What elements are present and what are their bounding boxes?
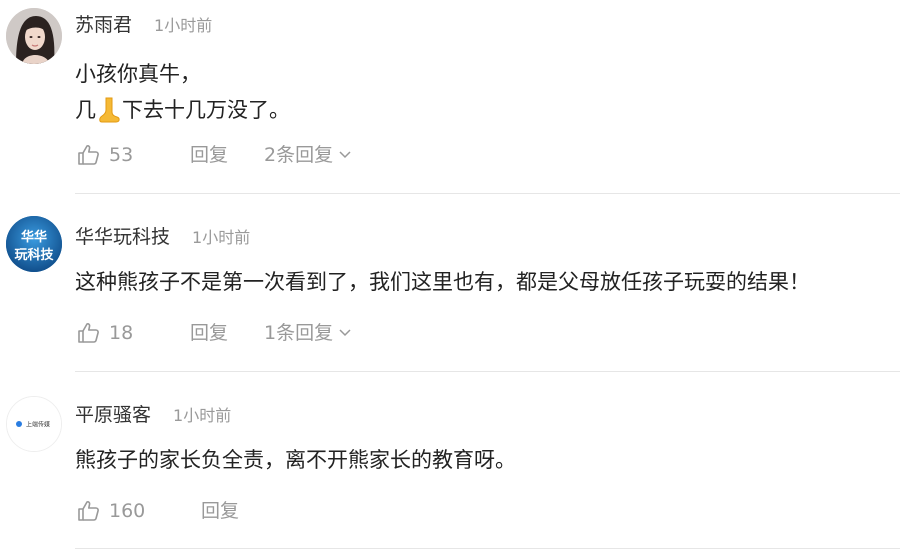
like-count: 18 bbox=[109, 322, 134, 344]
comment-text-segment: 几 bbox=[75, 98, 96, 122]
like-count: 160 bbox=[109, 500, 146, 522]
timestamp: 1小时前 bbox=[192, 227, 251, 247]
username[interactable]: 苏雨君 bbox=[75, 14, 132, 36]
brand-logo-icon: 华华 玩科技 bbox=[6, 216, 62, 272]
svg-text:玩科技: 玩科技 bbox=[14, 247, 54, 263]
chevron-down-icon bbox=[339, 151, 351, 159]
svg-text:上端传媒: 上端传媒 bbox=[26, 421, 50, 429]
view-replies-button[interactable]: 1条回复 bbox=[264, 319, 351, 347]
like-button[interactable]: 160 bbox=[77, 497, 145, 525]
reply-button[interactable]: 回复 bbox=[190, 141, 228, 169]
chevron-down-icon bbox=[339, 329, 351, 337]
comment-text-line: 小孩你真牛， bbox=[75, 62, 201, 86]
timestamp: 1小时前 bbox=[154, 15, 213, 35]
reply-button[interactable]: 回复 bbox=[190, 319, 228, 347]
brand-logo-icon: 上端传媒 bbox=[7, 397, 61, 451]
comment-divider bbox=[75, 371, 900, 372]
avatar[interactable] bbox=[6, 8, 62, 64]
like-button[interactable]: 53 bbox=[77, 141, 133, 169]
timestamp: 1小时前 bbox=[173, 405, 232, 425]
comment-text: 这种熊孩子不是第一次看到了，我们这里也有，都是父母放任孩子玩耍的结果！ bbox=[75, 270, 810, 294]
like-count: 53 bbox=[109, 144, 134, 166]
replies-count-label: 2条回复 bbox=[264, 144, 334, 166]
comment-header: 苏雨君 1小时前 bbox=[75, 10, 212, 37]
comment-list: 苏雨君 1小时前 小孩你真牛， 几 下去十几万没了。 53 回复 2条回复 华华… bbox=[0, 0, 900, 550]
username[interactable]: 华华玩科技 bbox=[75, 226, 170, 248]
like-button[interactable]: 18 bbox=[77, 319, 133, 347]
comment-divider bbox=[75, 193, 900, 194]
foot-emoji-icon bbox=[97, 96, 121, 124]
woman-portrait-icon bbox=[6, 8, 62, 64]
thumbs-up-icon bbox=[78, 323, 99, 343]
svg-text:华华: 华华 bbox=[21, 229, 47, 245]
comment-header: 平原骚客 1小时前 bbox=[75, 400, 231, 427]
comment-divider bbox=[75, 548, 900, 549]
reply-button[interactable]: 回复 bbox=[201, 497, 239, 525]
comment-header: 华华玩科技 1小时前 bbox=[75, 222, 250, 249]
comment-text: 熊孩子的家长负全责，离不开熊家长的教育呀。 bbox=[75, 448, 516, 472]
thumbs-up-icon bbox=[78, 501, 99, 521]
username[interactable]: 平原骚客 bbox=[75, 404, 151, 426]
comment-text-segment: 下去十几万没了。 bbox=[122, 98, 290, 122]
thumbs-up-icon bbox=[78, 145, 99, 165]
view-replies-button[interactable]: 2条回复 bbox=[264, 141, 351, 169]
avatar[interactable]: 上端传媒 bbox=[6, 396, 62, 452]
comment-text-line: 几 下去十几万没了。 bbox=[75, 92, 290, 128]
avatar[interactable]: 华华 玩科技 bbox=[6, 216, 62, 272]
replies-count-label: 1条回复 bbox=[264, 322, 334, 344]
comment-text: 小孩你真牛， 几 下去十几万没了。 bbox=[75, 56, 290, 128]
